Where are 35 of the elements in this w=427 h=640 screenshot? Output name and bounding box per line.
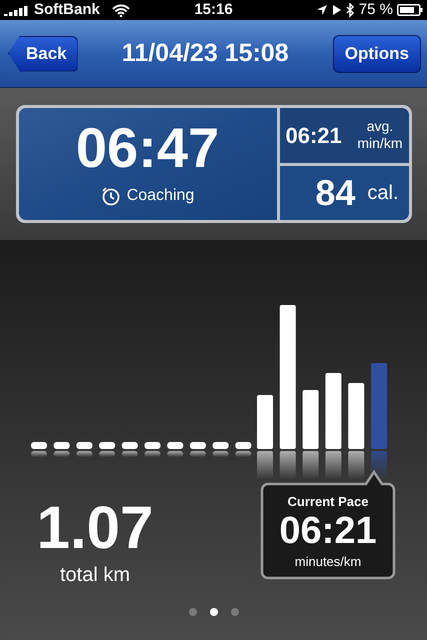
bluetooth-icon [346,2,355,18]
empty-bar [144,442,160,457]
avg-label: avg. [366,118,394,136]
battery-percent: 75 % [358,0,393,20]
battery-icon [397,4,423,16]
empty-bar [122,442,138,457]
location-arrow-icon [316,4,328,16]
empty-bar [54,442,70,457]
current-pace-value: 06:21 [279,512,377,550]
wifi-icon [112,4,130,16]
duration-value: 06:47 [76,120,220,176]
signal-icon [4,4,30,16]
clock-time: 15:16 [193,0,234,20]
screen-title: 11/04/23 15:08 [120,38,290,69]
avg-unit: min/km [357,135,402,153]
empty-bar [235,442,252,457]
coaching-label: Coaching [126,186,194,206]
distance-value: 1.07 [36,498,154,558]
calories-unit: cal. [367,180,398,206]
carrier-name: SoftBank [34,0,100,20]
avg-pace-value: 06:21 [286,122,342,150]
empty-bar [167,442,184,457]
empty-bar [212,442,229,457]
play-icon [332,4,342,16]
back-button[interactable]: Back [8,36,78,72]
current-pace-unit: minutes/km [294,552,362,570]
empty-bar [31,442,47,457]
stopwatch-icon [100,186,121,206]
empty-bar [99,442,116,457]
empty-bar [190,442,206,457]
distance-unit: total km [60,563,130,588]
current-pace-title: Current Pace [288,493,368,511]
calories-value: 84 [315,170,356,215]
empty-bar [76,442,92,457]
options-button[interactable]: Options [332,34,421,72]
